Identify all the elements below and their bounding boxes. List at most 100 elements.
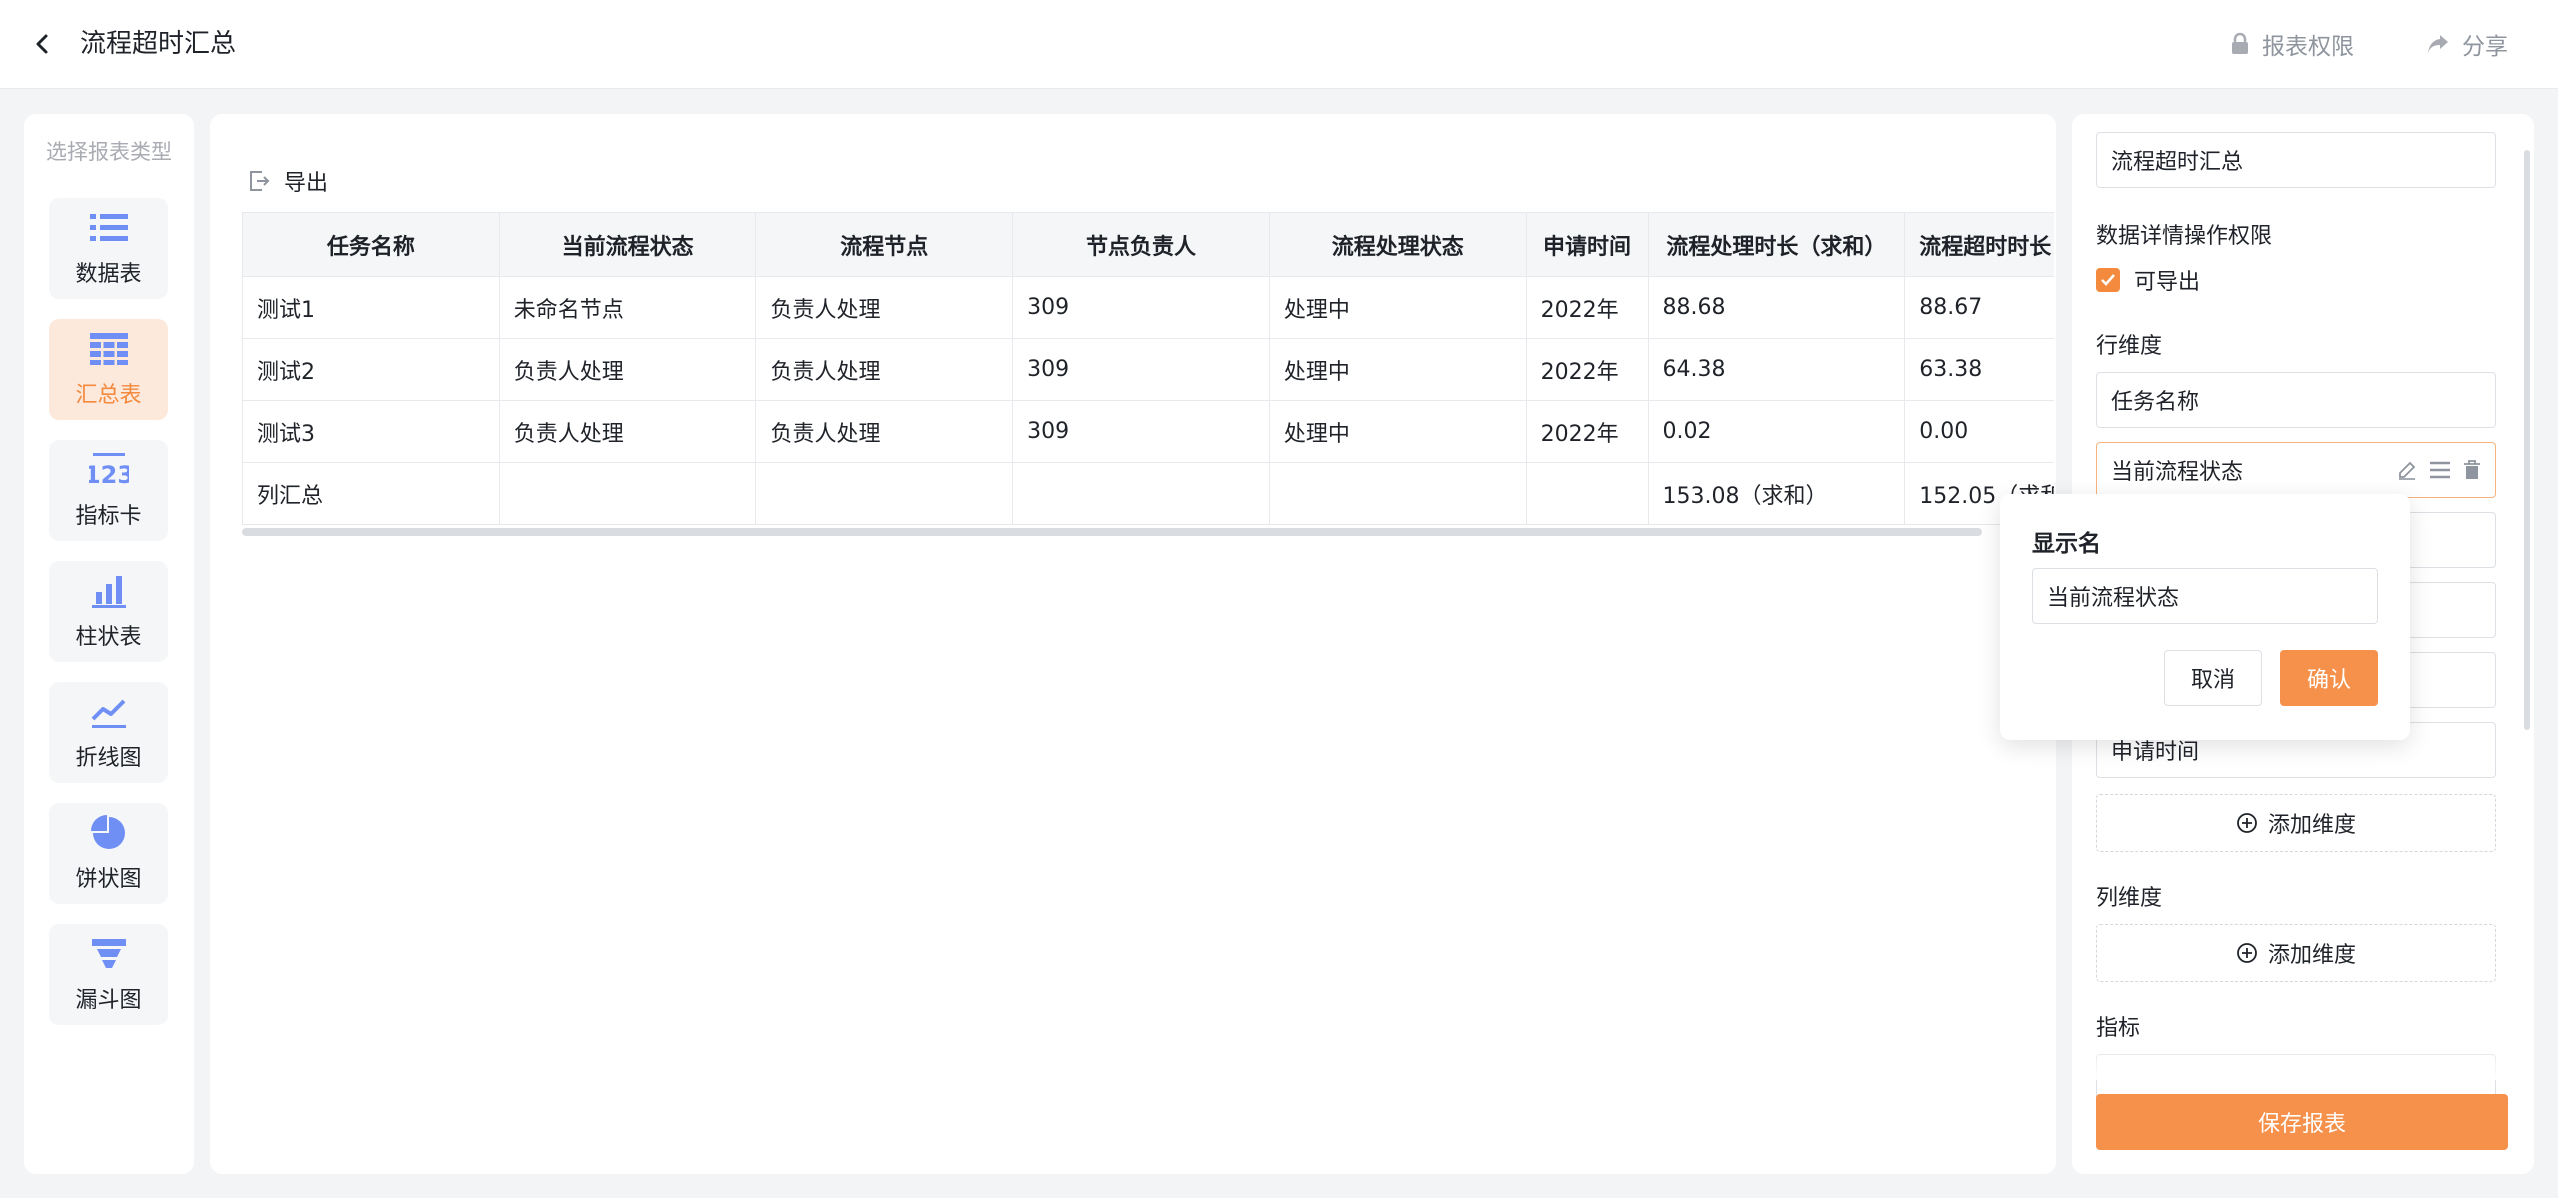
add-dimension-label: 添加维度 xyxy=(2267,943,2356,968)
row-dimension-item-active[interactable]: 当前流程状态 xyxy=(2096,442,2496,498)
row-dimension-item[interactable]: 任务名称 xyxy=(2096,372,2496,428)
display-name-input[interactable]: 当前流程状态 xyxy=(2032,568,2378,624)
table-cell: 63.38 xyxy=(1904,338,2054,401)
report-type-panel: 选择报表类型 数据表 汇总表 123 指标卡 柱状表 折线图 饼状图 漏斗图 xyxy=(24,114,194,1174)
export-label: 导出 xyxy=(284,171,329,196)
drag-handle-icon[interactable] xyxy=(2429,460,2451,480)
type-item-label: 指标卡 xyxy=(75,503,142,529)
type-item-metric-card[interactable]: 123 指标卡 xyxy=(49,440,168,541)
grid-table-icon xyxy=(89,331,129,367)
table-row: 测试3 负责人处理 负责人处理 309 处理中 2022年 0.02 0.00 xyxy=(242,400,2054,463)
column-header[interactable]: 任务名称 xyxy=(242,212,500,277)
checkbox-checked-icon xyxy=(2096,268,2120,292)
config-vertical-scrollbar[interactable] xyxy=(2524,150,2530,730)
table-cell xyxy=(1525,462,1649,525)
popover-title: 显示名 xyxy=(2032,531,2101,557)
type-item-data-table[interactable]: 数据表 xyxy=(49,198,168,299)
table-cell: 309 xyxy=(1012,400,1270,463)
bar-chart-icon xyxy=(89,573,129,609)
column-header[interactable]: 流程处理时长（求和） xyxy=(1647,212,1906,277)
pie-chart-icon xyxy=(89,814,129,851)
table-cell: 处理中 xyxy=(1268,276,1527,339)
table-cell: 2022年 xyxy=(1525,338,1649,401)
table-cell: 负责人处理 xyxy=(498,338,757,401)
column-header[interactable]: 流程处理状态 xyxy=(1268,212,1527,277)
share-arrow-icon xyxy=(2428,35,2448,53)
delete-icon[interactable] xyxy=(2463,460,2481,480)
table-total-row: 列汇总 153.08（求和） 152.05（求和） xyxy=(242,462,2054,525)
type-item-label: 汇总表 xyxy=(75,382,142,408)
report-permission-label: 报表权限 xyxy=(2262,34,2354,60)
table-row: 测试2 负责人处理 负责人处理 309 处理中 2022年 64.38 63.3… xyxy=(242,338,2054,401)
type-item-summary-table[interactable]: 汇总表 xyxy=(49,319,168,420)
table-cell xyxy=(1268,462,1527,525)
table-cell: 309 xyxy=(1012,276,1270,339)
number-123-icon: 123 xyxy=(89,452,129,488)
report-permission-button[interactable]: 报表权限 xyxy=(2230,26,2354,62)
cancel-button[interactable]: 取消 xyxy=(2164,650,2262,706)
table-cell: 处理中 xyxy=(1268,400,1527,463)
confirm-button[interactable]: 确认 xyxy=(2280,650,2378,706)
svg-text:123: 123 xyxy=(89,461,129,487)
table-cell: 88.67 xyxy=(1904,276,2054,339)
table-cell: 负责人处理 xyxy=(755,338,1014,401)
add-dimension-label: 添加维度 xyxy=(2267,813,2356,838)
table-cell: 2022年 xyxy=(1525,400,1649,463)
table-cell: 2022年 xyxy=(1525,276,1649,339)
chevron-left-icon xyxy=(36,34,48,54)
table-cell: 列汇总 xyxy=(242,462,500,525)
exportable-label: 可导出 xyxy=(2134,270,2201,295)
type-item-label: 漏斗图 xyxy=(75,987,142,1013)
type-item-bar-chart[interactable]: 柱状表 xyxy=(49,561,168,662)
report-preview-panel: 导出 任务名称 当前流程状态 流程节点 节点负责人 流程处理状态 申请时间 流程… xyxy=(210,114,2056,1174)
table-horizontal-scrollbar[interactable] xyxy=(242,528,1982,536)
type-item-label: 折线图 xyxy=(75,745,142,771)
export-button[interactable]: 导出 xyxy=(248,164,328,198)
lock-icon xyxy=(2232,32,2248,54)
table-cell: 测试2 xyxy=(242,338,500,401)
row-dimension-tools xyxy=(2397,443,2481,497)
edit-icon[interactable] xyxy=(2397,460,2417,480)
column-header[interactable]: 节点负责人 xyxy=(1012,212,1270,277)
row-dimension-item-label: 当前流程状态 xyxy=(2111,460,2244,485)
column-header[interactable]: 流程超时时长（求和） xyxy=(1904,212,2054,277)
column-header[interactable]: 当前流程状态 xyxy=(498,212,757,277)
type-item-pie-chart[interactable]: 饼状图 xyxy=(49,803,168,904)
type-item-funnel-chart[interactable]: 漏斗图 xyxy=(49,924,168,1025)
type-item-label: 饼状图 xyxy=(75,866,142,892)
table-cell: 0.00 xyxy=(1904,400,2054,463)
report-name-input[interactable]: 流程超时汇总 xyxy=(2096,132,2496,188)
table-cell: 153.08（求和） xyxy=(1647,462,1906,525)
add-column-dimension-button[interactable]: 添加维度 xyxy=(2096,924,2496,982)
table-cell: 负责人处理 xyxy=(755,276,1014,339)
add-row-dimension-button[interactable]: 添加维度 xyxy=(2096,794,2496,852)
plus-circle-icon xyxy=(2237,943,2257,963)
share-button[interactable]: 分享 xyxy=(2426,26,2508,62)
column-header[interactable]: 申请时间 xyxy=(1525,212,1649,277)
table-header-row: 任务名称 当前流程状态 流程节点 节点负责人 流程处理状态 申请时间 流程处理时… xyxy=(242,212,2054,277)
table-cell: 309 xyxy=(1012,338,1270,401)
table-cell xyxy=(1012,462,1270,525)
row-dimension-label: 行维度 xyxy=(2096,334,2163,359)
table-cell xyxy=(755,462,1014,525)
metric-label: 指标 xyxy=(2096,1016,2141,1041)
exportable-checkbox[interactable]: 可导出 xyxy=(2096,264,2200,296)
panel-fade xyxy=(2072,1040,2534,1080)
summary-table: 任务名称 当前流程状态 流程节点 节点负责人 流程处理状态 申请时间 流程处理时… xyxy=(242,212,2054,525)
table-cell: 64.38 xyxy=(1647,338,1906,401)
list-icon xyxy=(89,210,129,246)
report-type-title: 选择报表类型 xyxy=(46,140,172,164)
permission-section-label: 数据详情操作权限 xyxy=(2096,224,2273,249)
table-cell: 测试1 xyxy=(242,276,500,339)
line-chart-icon xyxy=(89,694,129,730)
back-button[interactable] xyxy=(24,26,60,62)
table-row: 测试1 未命名节点 负责人处理 309 处理中 2022年 88.68 88.6… xyxy=(242,276,2054,339)
column-header[interactable]: 流程节点 xyxy=(755,212,1014,277)
save-report-button[interactable]: 保存报表 xyxy=(2096,1094,2508,1150)
column-dimension-label: 列维度 xyxy=(2096,886,2163,911)
type-item-label: 柱状表 xyxy=(75,624,142,650)
table-cell: 测试3 xyxy=(242,400,500,463)
table-cell: 处理中 xyxy=(1268,338,1527,401)
export-icon xyxy=(250,171,270,191)
type-item-line-chart[interactable]: 折线图 xyxy=(49,682,168,783)
